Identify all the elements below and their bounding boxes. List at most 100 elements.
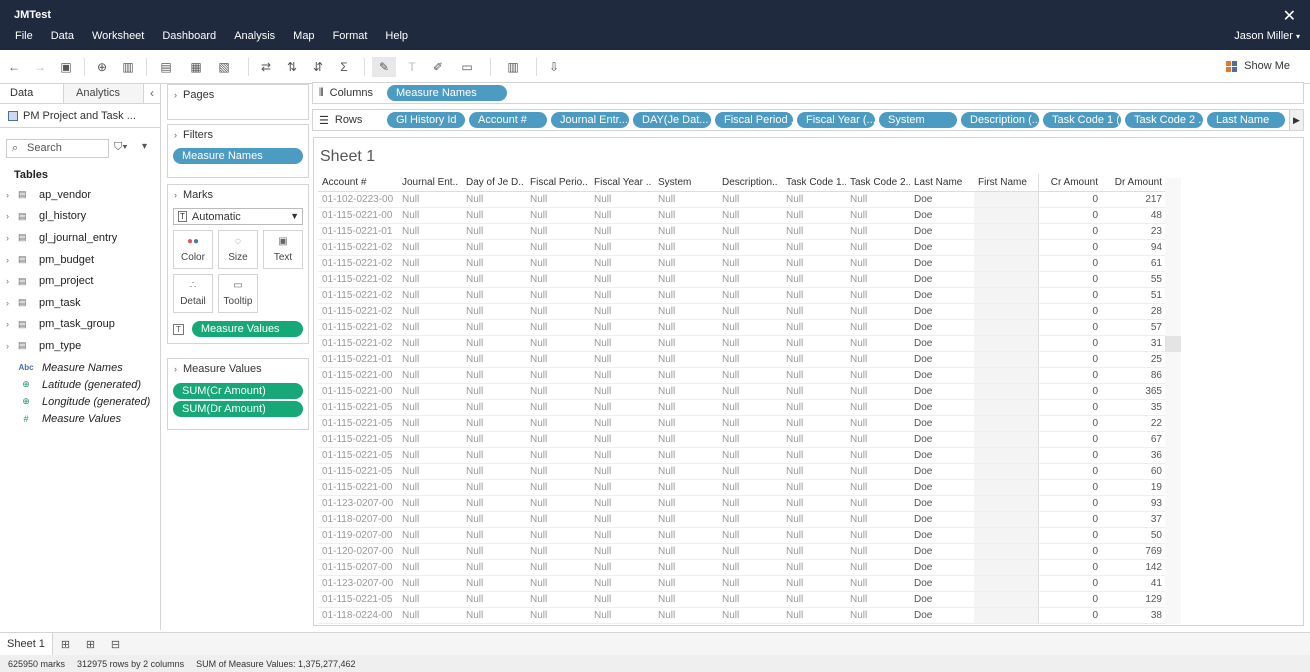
column-pill[interactable]: Measure Names	[387, 85, 507, 101]
field-item[interactable]: # Measure Values	[0, 410, 160, 427]
column-header[interactable]: Last Name	[910, 174, 974, 192]
null-cell: Null	[782, 543, 846, 560]
column-header[interactable]: First Name	[974, 174, 1038, 192]
back-icon[interactable]: ←	[4, 57, 24, 77]
menu-item-data[interactable]: Data	[42, 29, 83, 45]
table-item[interactable]: › ▤ pm_budget	[0, 249, 160, 271]
highlight-icon[interactable]: ✎	[372, 57, 396, 77]
menu-item-dashboard[interactable]: Dashboard	[153, 29, 225, 45]
row-pill[interactable]: Account #	[469, 112, 547, 128]
chevron-right-icon[interactable]: ›	[6, 211, 16, 221]
field-item[interactable]: ⊕ Latitude (generated)	[0, 376, 160, 393]
new-worksheet-icon[interactable]: ⊞	[53, 633, 78, 655]
chevron-right-icon[interactable]: ›	[6, 190, 16, 200]
row-pill[interactable]: Journal Entr...	[551, 112, 629, 128]
row-pill[interactable]: Task Code 2 ...	[1125, 112, 1203, 128]
mark-type-select[interactable]: T Automatic ▼	[173, 208, 303, 225]
chevron-right-icon[interactable]: ›	[6, 341, 16, 351]
sort-ascending-icon[interactable]: ⇅	[282, 57, 302, 77]
detail-button[interactable]: ∴ Detail	[173, 274, 213, 313]
user-menu[interactable]: Jason Miller ▾	[1234, 30, 1300, 42]
clear-sheet-icon[interactable]: ▧	[214, 57, 234, 77]
chevron-right-icon[interactable]: ›	[6, 276, 16, 286]
column-header[interactable]: Day of Je D..	[462, 174, 526, 192]
chevron-right-icon[interactable]: ›	[6, 298, 16, 308]
menu-item-format[interactable]: Format	[324, 29, 377, 45]
new-worksheet-icon[interactable]: ▤	[156, 57, 176, 77]
column-header[interactable]: Account #	[318, 174, 398, 192]
forward-icon[interactable]: →	[30, 57, 50, 77]
row-pill[interactable]: Fiscal Period ...	[715, 112, 793, 128]
search-input[interactable]: ⌕ Search	[6, 139, 109, 158]
field-item[interactable]: ⊕ Longitude (generated)	[0, 393, 160, 410]
vertical-scrollbar[interactable]	[1165, 178, 1181, 624]
menu-item-map[interactable]: Map	[284, 29, 323, 45]
chevron-right-icon[interactable]: ›	[6, 255, 16, 265]
tooltip-button[interactable]: ▭ Tooltip	[218, 274, 258, 313]
column-header[interactable]: Dr Amount	[1102, 174, 1166, 192]
table-item[interactable]: › ▤ pm_type	[0, 335, 160, 357]
chevron-right-icon[interactable]: ›	[6, 319, 16, 329]
field-item[interactable]: Abc Measure Names	[0, 359, 160, 376]
column-header[interactable]: Cr Amount	[1037, 174, 1102, 192]
scroll-right-icon[interactable]: ▶	[1289, 110, 1303, 130]
row-pill[interactable]: Task Code 1 (...	[1043, 112, 1121, 128]
column-header[interactable]: Journal Ent..	[398, 174, 462, 192]
text-button[interactable]: ▣ Text	[263, 230, 303, 269]
row-pill[interactable]: Description (...	[961, 112, 1039, 128]
row-pill[interactable]: Gl History Id	[387, 112, 465, 128]
new-dashboard-icon[interactable]: ⊞	[78, 633, 103, 655]
size-button[interactable]: ◌ Size	[218, 230, 258, 269]
swap-icon[interactable]: ⇄	[256, 57, 276, 77]
new-datasource-icon[interactable]: ⊕	[92, 57, 112, 77]
column-header[interactable]: Task Code 1..	[782, 174, 846, 192]
pause-updates-icon[interactable]: ▥	[118, 57, 138, 77]
row-pill[interactable]: DAY(Je Dat...	[633, 112, 711, 128]
color-button[interactable]: ●● Color	[173, 230, 213, 269]
table-item[interactable]: › ▤ pm_task	[0, 292, 160, 314]
column-header[interactable]: System	[654, 174, 718, 192]
sort-descending-icon[interactable]: ⇵	[308, 57, 328, 77]
save-icon[interactable]: ▣	[56, 57, 76, 77]
table-item[interactable]: › ▤ pm_task_group	[0, 314, 160, 336]
menu-item-analysis[interactable]: Analysis	[225, 29, 284, 45]
scroll-thumb[interactable]	[1165, 336, 1181, 352]
filter-pill-measure-names[interactable]: Measure Names	[173, 148, 303, 164]
tab-data[interactable]: Data	[0, 84, 64, 103]
totals-icon[interactable]: Σ	[334, 57, 354, 77]
column-header[interactable]: Task Code 2..	[846, 174, 910, 192]
duplicate-sheet-icon[interactable]: ▦	[186, 57, 206, 77]
menu-item-file[interactable]: File	[0, 29, 42, 45]
table-item[interactable]: › ▤ gl_history	[0, 206, 160, 228]
row-pill[interactable]: Last Name	[1207, 112, 1285, 128]
datasource-item[interactable]: PM Project and Task ...	[0, 104, 160, 128]
column-header[interactable]: Description..	[718, 174, 782, 192]
column-header[interactable]: Fiscal Year ..	[590, 174, 654, 192]
row-pill[interactable]: System	[879, 112, 957, 128]
labels-icon[interactable]: T	[402, 57, 422, 77]
share-icon[interactable]: ⇩	[544, 57, 564, 77]
filter-fields-icon[interactable]: ⛉▾	[114, 141, 128, 154]
tab-analytics[interactable]: Analytics	[64, 84, 144, 103]
mv-pill-dr-amount[interactable]: SUM(Dr Amount)	[173, 401, 303, 417]
chevron-right-icon[interactable]: ›	[6, 233, 16, 243]
chevron-down-icon[interactable]: ▾	[142, 141, 147, 152]
new-story-icon[interactable]: ⊟	[103, 633, 128, 655]
menu-item-help[interactable]: Help	[376, 29, 417, 45]
presentation-icon[interactable]: ▥	[500, 57, 526, 77]
fit-icon[interactable]: ▭	[454, 57, 480, 77]
pages-card[interactable]: › Pages	[167, 84, 309, 120]
collapse-pane-icon[interactable]: ‹	[150, 86, 154, 100]
table-item[interactable]: › ▤ gl_journal_entry	[0, 227, 160, 249]
table-item[interactable]: › ▤ pm_project	[0, 270, 160, 292]
sheet-tab[interactable]: Sheet 1	[0, 633, 53, 655]
mv-pill-cr-amount[interactable]: SUM(Cr Amount)	[173, 383, 303, 399]
close-icon[interactable]: ✕	[1283, 6, 1296, 26]
annotate-icon[interactable]: ✐	[428, 57, 448, 77]
menu-item-worksheet[interactable]: Worksheet	[83, 29, 153, 45]
column-header[interactable]: Fiscal Perio..	[526, 174, 590, 192]
table-item[interactable]: › ▤ ap_vendor	[0, 184, 160, 206]
marks-pill-measure-values[interactable]: Measure Values	[191, 321, 303, 337]
row-pill[interactable]: Fiscal Year (...	[797, 112, 875, 128]
show-me-button[interactable]: Show Me	[1226, 60, 1290, 72]
